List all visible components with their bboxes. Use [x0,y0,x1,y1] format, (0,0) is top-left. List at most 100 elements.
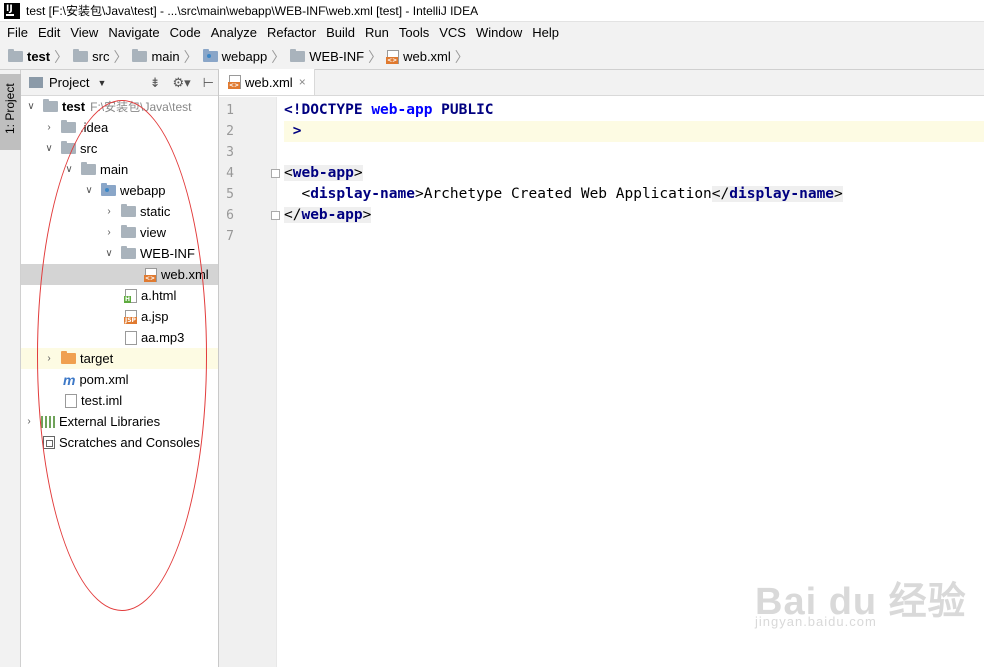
tree-item-label: web.xml [161,267,209,282]
intellij-app-icon: IJ [4,2,20,19]
tree-item-external-libraries[interactable]: › External Libraries [21,411,218,432]
tree-item-idea[interactable]: › .idea [21,117,218,138]
chevron-right-icon[interactable]: › [23,416,35,427]
module-folder-icon [8,49,23,62]
close-icon[interactable]: × [299,75,306,89]
project-view-selector[interactable]: Project [49,75,89,90]
folder-icon [81,162,96,175]
breadcrumb-label: webapp [221,49,268,64]
menu-tools[interactable]: Tools [394,22,434,44]
menu-view[interactable]: View [65,22,103,44]
chevron-down-icon[interactable]: ∨ [103,248,115,259]
chevron-right-icon: 〉 [113,48,128,65]
chevron-right-icon[interactable]: › [103,227,115,238]
hide-panel-icon[interactable]: ⊢ [203,75,214,91]
chevron-right-icon: 〉 [183,48,198,65]
jsp-file-icon: JSP [124,309,137,324]
fold-marker-icon[interactable] [271,169,280,178]
menu-build[interactable]: Build [321,22,360,44]
menu-help[interactable]: Help [527,22,564,44]
tree-item-static[interactable]: › static [21,201,218,222]
tree-item-a-jsp[interactable]: JSP a.jsp [21,306,218,327]
folder-icon [121,246,136,259]
chevron-down-icon[interactable]: ∨ [63,164,75,175]
tree-item-web-inf[interactable]: ∨ WEB-INF [21,243,218,264]
project-tool-tab[interactable]: 1: Project [0,74,21,150]
tree-item-label: test.iml [81,393,123,408]
chevron-down-icon[interactable]: ∨ [43,143,55,154]
tree-item-test-iml[interactable]: test.iml [21,390,218,411]
menu-vcs[interactable]: VCS [434,22,471,44]
chevron-down-icon[interactable]: ∨ [25,101,37,112]
tree-item-src[interactable]: ∨ src [21,138,218,159]
code-line-6: </web-app> [284,207,372,223]
code-line-4: <web-app> [284,165,363,181]
unknown-file-icon [125,330,137,345]
breadcrumb: test 〉 src 〉 main 〉 webapp 〉 WEB-INF 〉 <… [0,44,984,70]
folder-icon [121,204,136,217]
breadcrumb-label: main [151,49,180,64]
project-view-icon [29,77,43,88]
chevron-right-icon[interactable]: › [103,206,115,217]
line-number: 6 [226,208,234,223]
tree-item-aa-mp3[interactable]: aa.mp3 [21,327,218,348]
watermark-url: jingyan.baidu.com [755,614,877,629]
line-number: 3 [226,145,234,160]
chevron-right-icon[interactable]: › [43,122,55,133]
project-panel: Project ▼ ⇟ ⚙▾ ⊢ ∨ test F:\安装包\Java\test… [21,70,219,667]
breadcrumb-label: test [27,49,51,64]
menu-run[interactable]: Run [360,22,394,44]
menu-refactor[interactable]: Refactor [262,22,321,44]
tree-item-webapp[interactable]: ∨ webapp [21,180,218,201]
xml-file-icon: <> [144,267,157,282]
chevron-right-icon: 〉 [54,48,69,65]
tree-item-view[interactable]: › view [21,222,218,243]
window-titlebar: IJ test [F:\安装包\Java\test] - ...\src\mai… [0,0,984,22]
menu-navigate[interactable]: Navigate [103,22,164,44]
dropdown-caret-icon[interactable]: ▼ [97,78,106,88]
line-number-gutter: 1 2 3 4 5 6 7 [219,97,280,667]
tree-item-label: aa.mp3 [141,330,185,345]
breadcrumb-item-test[interactable]: test 〉 [8,47,73,67]
tree-item-label: Scratches and Consoles [59,435,200,450]
gear-icon[interactable]: ⚙▾ [172,75,190,91]
line-number: 4 [226,166,234,181]
breadcrumb-item-src[interactable]: src 〉 [73,47,132,67]
tree-item-pom-xml[interactable]: m pom.xml [21,369,218,390]
breadcrumb-item-webapp[interactable]: webapp 〉 [202,47,291,67]
chevron-down-icon[interactable]: ∨ [83,185,95,196]
xml-file-icon: <> [386,49,400,64]
breadcrumb-item-web-inf[interactable]: WEB-INF 〉 [290,47,387,67]
breadcrumb-item-main[interactable]: main 〉 [132,47,202,67]
menu-bar: File Edit View Navigate Code Analyze Ref… [0,22,984,44]
tree-item-path: F:\安装包\Java\test [90,100,192,114]
tree-item-a-html[interactable]: H a.html [21,285,218,306]
tree-item-label: target [80,351,114,366]
menu-code[interactable]: Code [165,22,206,44]
fold-marker-icon[interactable] [271,211,280,220]
tree-item-label: a.jsp [141,309,169,324]
menu-edit[interactable]: Edit [33,22,65,44]
tree-item-target[interactable]: › target [21,348,218,369]
folder-icon [73,49,89,62]
menu-window[interactable]: Window [471,22,527,44]
tree-item-test[interactable]: ∨ test F:\安装包\Java\test [21,96,218,117]
window-title: test [F:\安装包\Java\test] - ...\src\main\w… [26,4,479,18]
tree-item-web-xml[interactable]: <> web.xml [21,264,218,285]
tree-item-label: External Libraries [59,414,161,429]
line-number: 1 [226,103,234,118]
baidu-watermark: Bai du 经验 jingyan.baidu.com [755,570,967,629]
tab-web-xml[interactable]: <> web.xml × [219,69,315,95]
collapse-all-icon[interactable]: ⇟ [150,75,161,91]
menu-file[interactable]: File [2,22,33,44]
tree-item-main[interactable]: ∨ main [21,159,218,180]
tree-item-label: static [140,204,171,219]
folder-icon [61,120,76,133]
tree-item-scratches[interactable]: Scratches and Consoles [21,432,218,453]
breadcrumb-item-web-xml[interactable]: <> web.xml 〉 [386,47,474,67]
chevron-right-icon[interactable]: › [43,353,55,364]
chevron-right-icon: 〉 [454,48,469,65]
menu-analyze[interactable]: Analyze [206,22,262,44]
folder-icon [132,49,148,62]
project-tool-tab-label: 1: Project [3,83,17,134]
